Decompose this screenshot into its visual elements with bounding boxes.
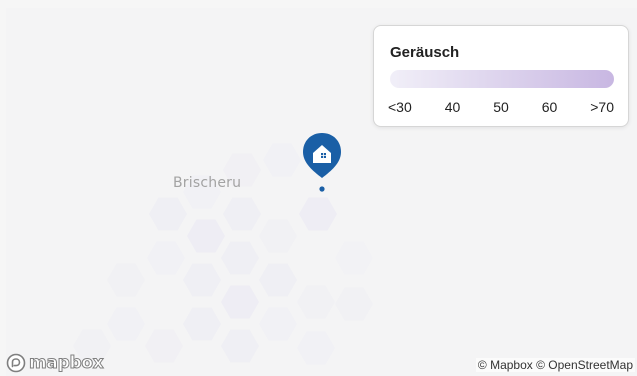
noise-hex-cell: [221, 285, 259, 319]
noise-hex-cell: [297, 285, 335, 319]
mapbox-logo-icon: [6, 353, 26, 373]
legend-tick: 60: [541, 99, 558, 115]
noise-hex-cell: [149, 197, 187, 231]
location-marker[interactable]: [301, 131, 343, 197]
noise-hex-cell: [183, 307, 221, 341]
noise-hex-cell: [259, 219, 297, 253]
map-attribution[interactable]: © Mapbox © OpenStreetMap: [475, 358, 635, 372]
legend-panel: Geräusch <30 40 50 60 >70: [373, 25, 629, 127]
place-label: Brischeru: [173, 175, 242, 191]
legend-gradient-bar: [390, 70, 614, 88]
noise-hex-cell: [147, 241, 185, 275]
noise-hex-cell: [335, 241, 373, 275]
noise-hex-cell: [145, 329, 183, 363]
noise-hex-cell: [107, 263, 145, 297]
noise-hex-cell: [107, 307, 145, 341]
noise-hex-cell: [297, 331, 335, 365]
noise-hex-cell: [187, 219, 225, 253]
noise-hex-cell: [221, 329, 259, 363]
noise-hex-cell: [259, 307, 297, 341]
legend-ticks: <30 40 50 60 >70: [388, 99, 614, 115]
noise-hex-cell: [223, 197, 261, 231]
noise-hex-cell: [259, 263, 297, 297]
noise-hex-cell: [335, 287, 373, 321]
mapbox-logo[interactable]: mapbox: [6, 352, 104, 374]
noise-hex-cell: [183, 263, 221, 297]
legend-tick: >70: [590, 99, 614, 115]
marker-anchor-dot: [319, 186, 325, 192]
legend-tick: 40: [444, 99, 461, 115]
legend-title: Geräusch: [390, 44, 460, 61]
mapbox-logo-text: mapbox: [28, 353, 104, 374]
noise-hex-cell: [263, 143, 301, 177]
noise-hex-cell: [221, 241, 259, 275]
legend-tick: 50: [493, 99, 509, 115]
noise-hex-cell: [299, 197, 337, 231]
legend-tick: <30: [388, 99, 412, 115]
